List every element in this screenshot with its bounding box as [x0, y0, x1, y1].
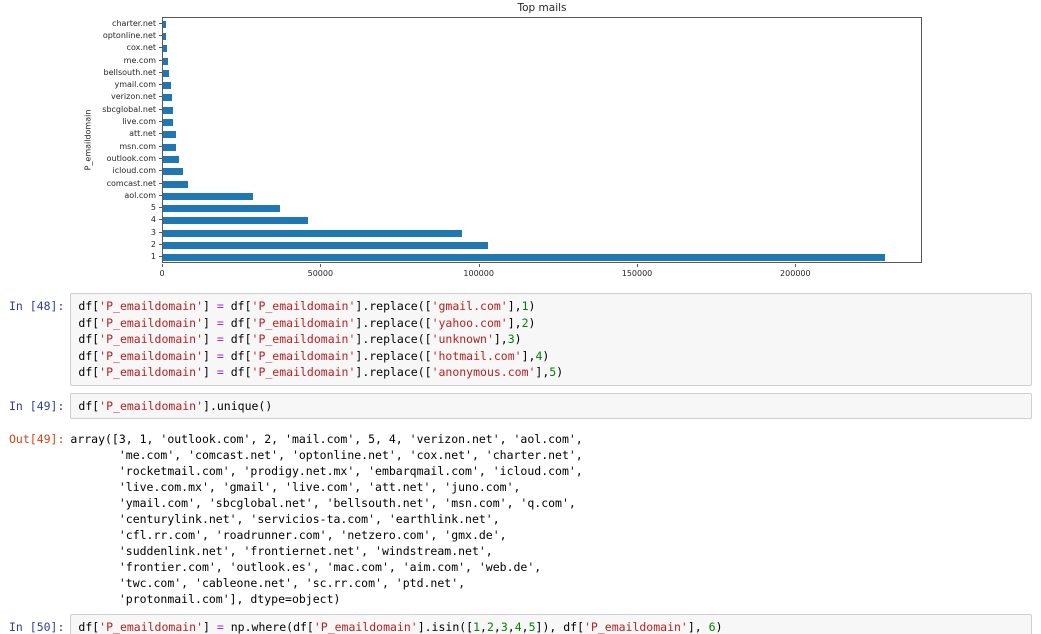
y-tick-label: msn.com [119, 141, 156, 151]
y-tick-label: att.net [129, 129, 156, 139]
x-tick-label: 100000 [463, 269, 494, 278]
input-prompt: In [49]: [9, 398, 65, 413]
x-tick-label: 50000 [307, 269, 334, 278]
y-tick-label: verizon.net [110, 92, 156, 102]
code-text[interactable]: df['P_emaildomain'] = np.where(df['P_ema… [78, 619, 1024, 634]
y-tick-label: optonline.net [102, 30, 156, 40]
y-tick-mark [159, 34, 162, 36]
x-tick-mark [795, 264, 797, 267]
y-tick-mark [159, 219, 162, 221]
code-text[interactable]: df['P_emaildomain'].unique() [78, 398, 1024, 415]
bar-cox.net [163, 45, 168, 53]
x-tick-label: 150000 [621, 269, 653, 278]
cell-50-code-input: In [50]: df['P_emaildomain'] = np.where(d… [0, 614, 1032, 634]
plot-area [162, 17, 922, 263]
y-tick-label: 3 [150, 227, 156, 237]
input-prompt: In [50]: [9, 620, 65, 634]
y-tick-label: comcast.net [106, 178, 156, 188]
jupyter-notebook-page: { "chart_data": { "type": "bar", "orient… [0, 0, 1041, 634]
bar-5 [163, 205, 281, 213]
bar-att.net [163, 131, 176, 139]
cell-49-code-input: In [49]: df['P_emaildomain'].unique() [0, 392, 1032, 419]
y-tick-label: me.com [123, 55, 156, 65]
cell-48-code-input: In [48]: df['P_emaildomain'] = df['P_emai… [0, 293, 1032, 386]
bar-comcast.net [163, 180, 189, 188]
bar-icloud.com [163, 168, 183, 176]
y-tick-mark [159, 96, 162, 98]
cell-output-area: array([3, 1, 'outlook.com', 2, 'mail.com… [70, 426, 1032, 607]
y-tick-label: cox.net [126, 43, 156, 53]
y-tick-mark [159, 157, 162, 159]
y-tick-mark [159, 22, 162, 24]
y-tick-mark [159, 59, 162, 61]
y-tick-label: bellsouth.net [103, 67, 156, 77]
y-tick-label: aol.com [124, 190, 156, 200]
y-tick-mark [159, 108, 162, 110]
y-tick-mark [159, 84, 162, 86]
y-tick-mark [159, 145, 162, 147]
bar-bellsouth.net [163, 69, 170, 77]
input-prompt: In [48]: [9, 299, 65, 313]
bar-live.com [163, 119, 173, 127]
y-tick-label: 5 [150, 203, 156, 213]
y-tick-label: charter.net [112, 18, 156, 28]
x-tick-mark [162, 264, 163, 267]
y-tick-mark [159, 244, 162, 246]
output-text: array([3, 1, 'outlook.com', 2, 'mail.com… [70, 432, 583, 606]
y-tick-mark [159, 194, 162, 196]
y-tick-label: ymail.com [114, 80, 156, 90]
y-tick-mark [159, 71, 162, 73]
code-editor[interactable]: df['P_emaildomain'] = np.where(df['P_ema… [70, 614, 1032, 634]
y-tick-mark [159, 182, 162, 184]
cell-49-code-output: Out[49]: array([3, 1, 'outlook.com', 2, '… [0, 426, 1032, 607]
code-editor[interactable]: df['P_emaildomain'] = df['P_emaildomain'… [70, 293, 1032, 386]
y-tick-mark [159, 47, 162, 49]
y-tick-label: sbcglobal.net [102, 104, 156, 114]
bar-4 [163, 217, 308, 225]
y-tick-mark [159, 207, 162, 209]
code-text[interactable]: df['P_emaildomain'] = df['P_emaildomain'… [78, 298, 1024, 381]
bar-3 [163, 229, 463, 237]
y-tick-label: 1 [150, 252, 156, 262]
bar-2 [163, 242, 488, 250]
bar-outlook.com [163, 155, 180, 163]
bar-aol.com [163, 192, 253, 200]
y-tick-label: 4 [150, 215, 156, 225]
bar-ymail.com [163, 82, 171, 90]
chart-figure: Top mails P_emaildomain charter.net opton… [0, 0, 1041, 287]
y-tick-label: 2 [150, 240, 156, 250]
y-tick-mark [159, 256, 162, 258]
output-prompt: Out[49]: [9, 432, 65, 446]
bar-1 [163, 254, 885, 262]
y-tick-mark [159, 121, 162, 123]
x-tick-mark [320, 264, 322, 267]
x-tick-label: 0 [159, 269, 165, 278]
x-tick-mark [637, 264, 638, 267]
code-editor[interactable]: df['P_emaildomain'].unique() [70, 392, 1032, 419]
chart-title: Top mails [517, 2, 567, 14]
bar-sbcglobal.net [163, 106, 173, 114]
y-tick-mark [159, 133, 162, 135]
y-tick-mark [159, 170, 162, 172]
bar-verizon.net [163, 94, 172, 102]
x-tick-label: 200000 [780, 269, 811, 278]
notebook-cells: In [48]: df['P_emaildomain'] = df['P_emai… [0, 287, 1041, 634]
y-tick-mark [159, 231, 162, 233]
bar-me.com [163, 57, 168, 65]
y-tick-labels: charter.net optonline.net cox.net me.com bel… [0, 17, 156, 263]
y-tick-label: live.com [122, 117, 156, 127]
y-tick-label: outlook.com [106, 153, 156, 163]
bar-charter.net [163, 20, 166, 28]
x-tick-mark [478, 264, 480, 267]
bar-optonline.net [163, 32, 166, 40]
y-tick-label: icloud.com [112, 166, 156, 176]
bar-msn.com [163, 143, 176, 151]
